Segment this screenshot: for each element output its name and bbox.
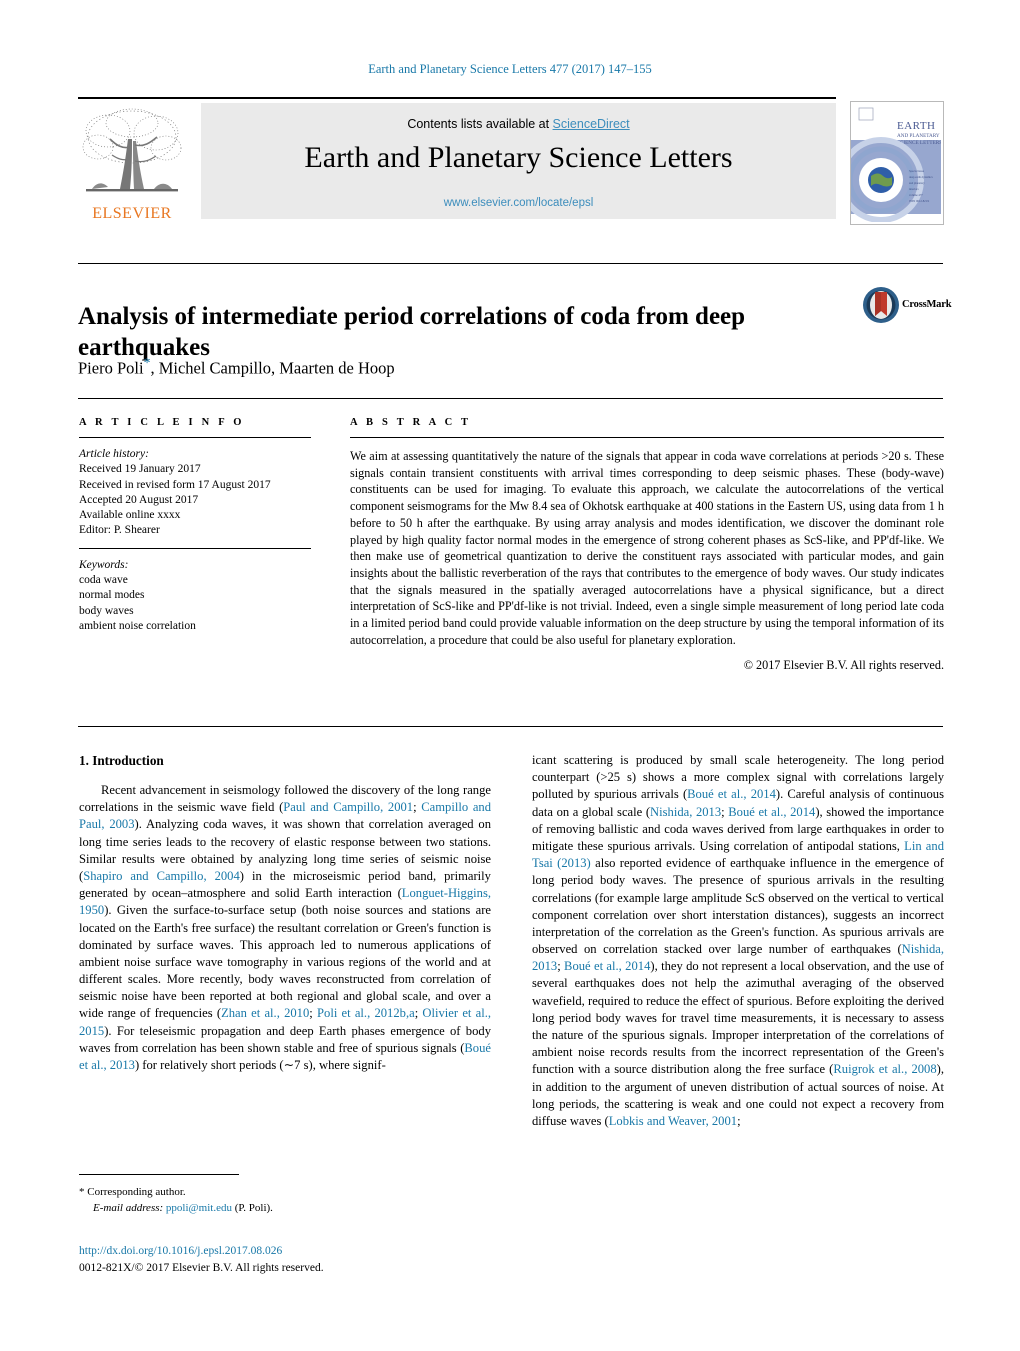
author-list: Piero Poli*, Michel Campillo, Maarten de…: [78, 355, 778, 379]
article-info-rule: [79, 437, 311, 438]
crossmark-badge[interactable]: CrossMark: [862, 286, 957, 326]
citation-link[interactable]: Boué et al., 2014: [728, 805, 815, 819]
author-first: Piero Poli: [78, 358, 144, 378]
journal-masthead: ELSEVIER Contents lists available at Sci…: [78, 97, 944, 225]
title-divider: [78, 263, 943, 264]
keyword-item: coda wave: [79, 573, 128, 586]
article-history-label: Article history:: [79, 448, 149, 460]
svg-text:interiors: interiors: [909, 187, 920, 191]
intro-paragraph-right: icant scattering is produced by small sc…: [532, 753, 944, 1128]
journal-url-link[interactable]: www.elsevier.com/locate/epsl: [201, 197, 836, 209]
abstract-rule: [350, 437, 944, 438]
running-head: Earth and Planetary Science Letters 477 …: [368, 62, 652, 76]
page-title: Analysis of intermediate period correlat…: [78, 302, 746, 361]
abstract-heading: A B S T R A C T: [350, 417, 472, 428]
article-info-block: A R T I C L E I N F O Article history: R…: [79, 417, 319, 634]
citation-link[interactable]: Boué et al., 2013: [79, 1041, 491, 1072]
history-item: Available online xxxx: [79, 509, 181, 522]
keyword-item: body waves: [79, 604, 134, 617]
abstract-text: We aim at assessing quantitatively the n…: [350, 449, 944, 647]
citation-link[interactable]: Lobkis and Weaver, 2001: [609, 1114, 737, 1128]
crossmark-icon: [863, 287, 899, 323]
journal-cover-thumbnail: EARTH AND PLANETARY SCIENCE LETTERS Spec…: [850, 101, 944, 225]
abstract-bottom-rule: [78, 726, 943, 727]
history-item: Received 19 January 2017: [79, 463, 201, 476]
corresponding-author-text: Corresponding author.: [87, 1186, 186, 1198]
citation-link[interactable]: Lin and Tsai (2013): [532, 839, 944, 870]
citation-link[interactable]: Ruigrok et al., 2008: [833, 1062, 936, 1076]
footnote-rule: [79, 1174, 239, 1175]
section-heading-introduction: 1. Introduction: [79, 753, 164, 768]
svg-text:and planetary: and planetary: [909, 181, 925, 185]
history-item: Received in revised form 17 August 2017: [79, 478, 271, 491]
keyword-item: normal modes: [79, 589, 145, 602]
email-link[interactable]: ppoli@mit.edu: [166, 1202, 232, 1214]
citation-link[interactable]: Longuet-Higgins, 1950: [79, 886, 491, 917]
article-history: Article history: Received 19 January 201…: [79, 447, 319, 539]
article-info-heading: A R T I C L E I N F O: [79, 417, 245, 428]
issn-copyright-line: 0012-821X/© 2017 Elsevier B.V. All right…: [79, 1261, 324, 1274]
footnote-block: * Corresponding author. E-mail address: …: [79, 1185, 491, 1216]
journal-cover-image: EARTH AND PLANETARY SCIENCE LETTERS Spec…: [851, 102, 942, 223]
doi-block: http://dx.doi.org/10.1016/j.epsl.2017.08…: [79, 1243, 491, 1276]
citation-link[interactable]: Zhan et al., 2010: [221, 1006, 309, 1020]
citation-link[interactable]: Shapiro and Campillo, 2004: [83, 869, 240, 883]
journal-article-page: Earth and Planetary Science Letters 477 …: [0, 0, 1020, 1351]
sciencedirect-link[interactable]: ScienceDirect: [553, 117, 630, 131]
masthead-top-rule: [78, 97, 836, 99]
keyword-item: ambient noise correlation: [79, 619, 196, 632]
email-label: E-mail address:: [93, 1201, 164, 1214]
body-column-left: 1. Introduction Recent advancement in se…: [79, 752, 491, 1074]
abstract-copyright: © 2017 Elsevier B.V. All rights reserved…: [743, 658, 944, 673]
elsevier-tree-icon: [82, 108, 182, 192]
svg-text:deep earth dynamics: deep earth dynamics: [909, 175, 934, 179]
crossmark-label: CrossMark: [902, 299, 952, 310]
elsevier-logo: ELSEVIER: [78, 103, 186, 223]
footnote-asterisk: *: [79, 1186, 85, 1198]
svg-text:ISSN 0012-821X: ISSN 0012-821X: [909, 199, 930, 203]
citation-link[interactable]: Poli et al., 2012b,a: [317, 1006, 415, 1020]
keywords-label: Keywords:: [79, 558, 129, 571]
abstract-top-rule: [78, 398, 943, 399]
body-column-right: icant scattering is produced by small sc…: [532, 752, 944, 1130]
journal-band: Contents lists available at ScienceDirec…: [201, 103, 836, 219]
contents-available-line: Contents lists available at ScienceDirec…: [201, 117, 836, 131]
svg-text:volume 477: volume 477: [909, 193, 923, 197]
keywords-block: Keywords: coda wave normal modes body wa…: [79, 558, 319, 634]
email-owner: (P. Poli).: [234, 1201, 273, 1214]
svg-text:EARTH: EARTH: [897, 120, 936, 132]
intro-paragraph-left: Recent advancement in seismology followe…: [79, 783, 492, 1073]
keywords-rule: [79, 547, 311, 549]
history-item: Accepted 20 August 2017: [79, 493, 199, 506]
doi-link[interactable]: http://dx.doi.org/10.1016/j.epsl.2017.08…: [79, 1243, 491, 1260]
journal-title: Earth and Planetary Science Letters: [304, 141, 733, 174]
citation-link[interactable]: Nishida, 2013: [650, 805, 721, 819]
contents-prefix: Contents lists available at: [407, 117, 553, 131]
svg-text:AND PLANETARY: AND PLANETARY: [897, 133, 940, 139]
citation-link[interactable]: Boué et al., 2014: [687, 787, 776, 801]
corresponding-author-note: * Corresponding author.: [79, 1185, 491, 1201]
abstract-block: A B S T R A C T We aim at assessing quan…: [350, 417, 944, 673]
email-note: E-mail address: ppoli@mit.edu (P. Poli).: [79, 1201, 491, 1217]
elsevier-wordmark: ELSEVIER: [92, 205, 172, 222]
svg-text:Special issue: Special issue: [909, 169, 925, 173]
citation-link[interactable]: Paul and Campillo, 2001: [283, 800, 413, 814]
authors-rest: , Michel Campillo, Maarten de Hoop: [150, 358, 395, 378]
citation-link[interactable]: Boué et al., 2014: [564, 959, 650, 973]
history-item: Editor: P. Shearer: [79, 524, 160, 537]
